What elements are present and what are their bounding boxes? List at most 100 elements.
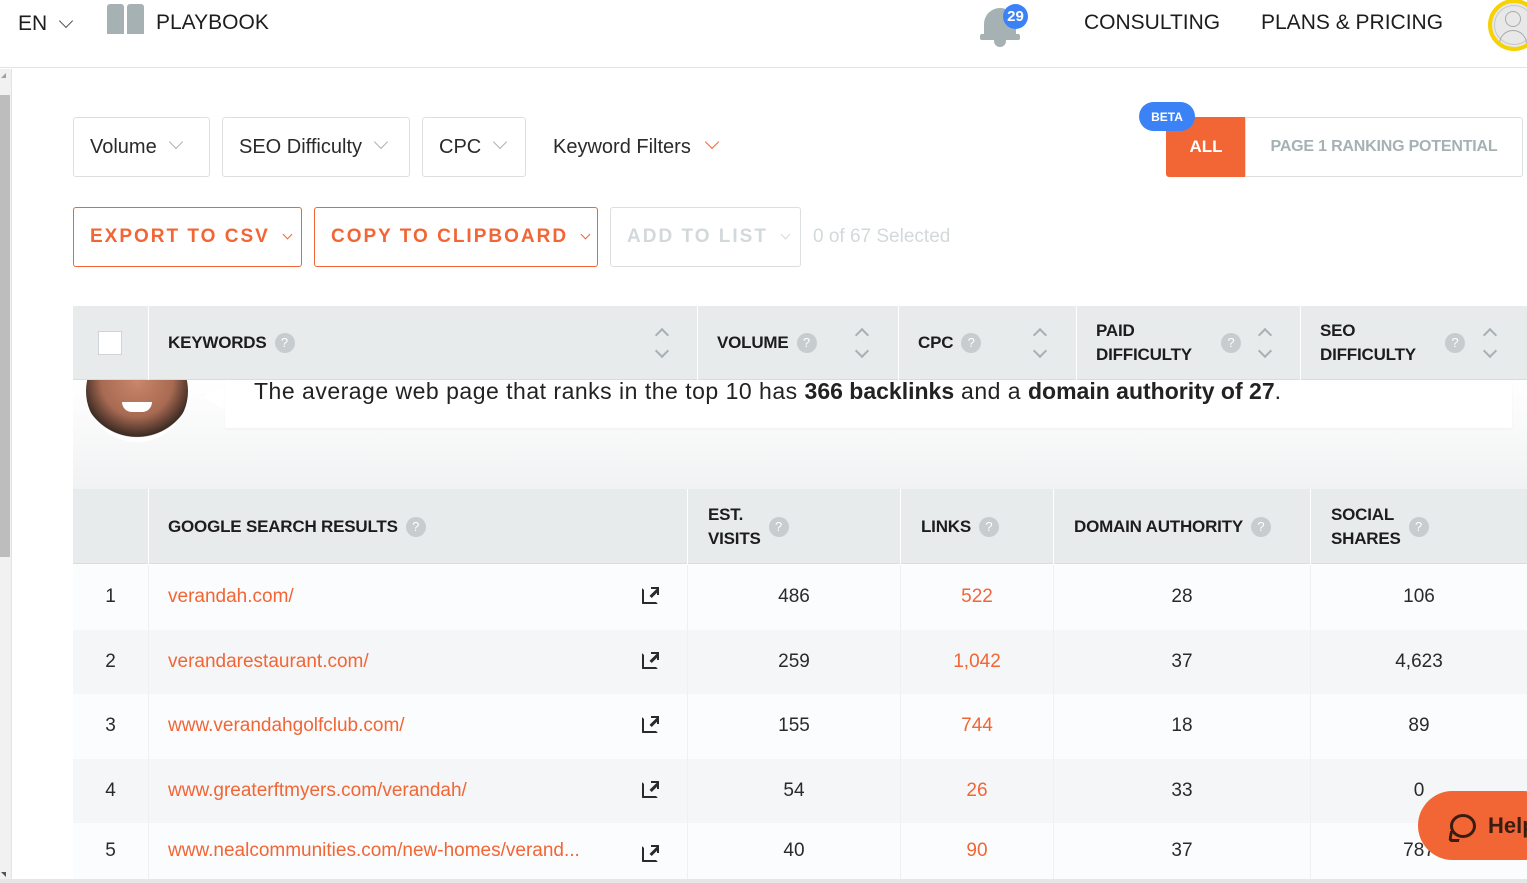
column-keywords[interactable]: KEYWORDS ?	[148, 306, 697, 380]
coach-smile	[122, 402, 152, 412]
keyword-filters-label: Keyword Filters	[553, 135, 691, 158]
help-question-icon[interactable]: ?	[768, 516, 789, 537]
page-scrollbar[interactable]	[0, 69, 12, 883]
links-cell[interactable]: 522	[900, 565, 1053, 630]
column-social-shares-label: SOCIAL SHARES	[1331, 503, 1401, 551]
results-table-header: GOOGLE SEARCH RESULTS ? EST. VISITS ? LI…	[73, 489, 1527, 564]
chevron-down-icon	[168, 134, 183, 150]
scroll-up-arrow-icon[interactable]	[1, 73, 6, 78]
column-links: LINKS ?	[900, 489, 1053, 564]
links-cell[interactable]: 1,042	[900, 629, 1053, 694]
column-seo-difficulty[interactable]: SEO DIFFICULTY ?	[1300, 306, 1527, 380]
chevron-down-icon	[59, 13, 74, 29]
help-question-icon[interactable]: ?	[274, 333, 295, 353]
result-url-link[interactable]: verandarestaurant.com/	[168, 651, 369, 673]
chevron-down-icon	[493, 134, 508, 150]
table-row: 3 www.verandahgolfclub.com/ 155 744 18 8…	[73, 694, 1527, 759]
user-icon	[1505, 11, 1521, 27]
external-link-icon-frame	[642, 781, 658, 798]
add-to-list-label: ADD TO LIST	[627, 226, 768, 247]
add-to-list-button[interactable]: ADD TO LIST	[610, 207, 801, 267]
info-text: The average web page that ranks in the t…	[254, 378, 805, 404]
rank-cell: 2	[105, 650, 116, 672]
chat-bubble-icon	[1450, 813, 1476, 838]
help-question-icon[interactable]: ?	[979, 516, 1000, 537]
result-url-link[interactable]: www.verandahgolfclub.com/	[168, 715, 405, 737]
sort-icon[interactable]	[855, 326, 869, 360]
column-paid-difficulty[interactable]: PAID DIFFICULTY ?	[1076, 306, 1300, 380]
links-cell[interactable]: 90	[900, 823, 1053, 879]
result-url-link[interactable]: www.greaterftmyers.com/verandah/	[168, 780, 467, 802]
url-cell: verandarestaurant.com/	[148, 629, 687, 694]
help-question-icon[interactable]: ?	[1221, 333, 1241, 353]
column-volume[interactable]: VOLUME ?	[697, 306, 898, 380]
column-domain-authority: DOMAIN AUTHORITY ?	[1053, 489, 1310, 564]
column-volume-label: VOLUME	[717, 333, 789, 352]
external-link-icon-frame	[642, 717, 658, 733]
sort-icon[interactable]	[1258, 326, 1272, 360]
user-avatar[interactable]	[1488, 0, 1527, 51]
cpc-filter-label: CPC	[439, 135, 482, 158]
column-cpc[interactable]: CPC ?	[898, 306, 1076, 380]
chevron-down-icon	[704, 134, 719, 150]
playbook-label: PLAYBOOK	[156, 11, 269, 34]
visits-cell: 259	[687, 629, 900, 694]
toggle-page1-ranking-button[interactable]: PAGE 1 RANKING POTENTIAL	[1245, 117, 1523, 177]
rank-cell: 5	[105, 840, 116, 861]
help-question-icon[interactable]: ?	[405, 516, 426, 537]
external-link-icon-frame	[642, 588, 658, 604]
playbook-link[interactable]: PLAYBOOK	[107, 4, 269, 36]
column-paid-difficulty-label: PAID DIFFICULTY	[1096, 321, 1192, 364]
external-link-icon-frame	[642, 652, 658, 669]
select-all-column	[73, 306, 148, 380]
help-question-icon[interactable]: ?	[961, 333, 982, 353]
column-est-visits-line1: EST.	[708, 504, 744, 524]
domain-authority-cell: 18	[1053, 694, 1310, 759]
domain-authority-cell: 28	[1053, 565, 1310, 630]
column-est-visits-label: EST. VISITS	[708, 503, 761, 551]
cpc-filter-dropdown[interactable]: CPC	[422, 117, 526, 177]
column-est-visits: EST. VISITS ?	[687, 489, 900, 564]
sort-icon[interactable]	[1483, 326, 1497, 360]
keyword-filters-dropdown[interactable]: Keyword Filters	[553, 117, 719, 177]
bell-clapper	[994, 40, 1006, 47]
result-url-link[interactable]: www.nealcommunities.com/new-homes/verand…	[168, 840, 580, 862]
links-cell[interactable]: 26	[900, 758, 1053, 823]
column-rank	[73, 489, 148, 564]
info-domain-authority-value: domain authority of 27	[1027, 378, 1275, 404]
help-question-icon[interactable]: ?	[1251, 516, 1271, 537]
notifications-button[interactable]: 29	[980, 4, 1028, 48]
nav-consulting[interactable]: CONSULTING	[1084, 11, 1220, 35]
select-all-checkbox[interactable]	[98, 331, 122, 355]
links-cell[interactable]: 744	[900, 694, 1053, 759]
social-shares-cell: 106	[1310, 565, 1527, 630]
volume-filter-label: Volume	[90, 135, 157, 158]
export-csv-label: EXPORT TO CSV	[90, 226, 270, 247]
visits-cell: 54	[687, 758, 900, 823]
external-link-icon-frame	[642, 846, 658, 862]
beta-badge: BETA	[1139, 102, 1195, 131]
volume-filter-dropdown[interactable]: Volume	[73, 117, 210, 177]
column-cpc-label: CPC	[918, 333, 954, 352]
copy-clipboard-button[interactable]: COPY TO CLIPBOARD	[314, 207, 598, 267]
top-navigation: EN PLAYBOOK 29 CONSULTING PLANS & PRICIN…	[0, 0, 1527, 68]
help-question-icon[interactable]: ?	[796, 333, 817, 353]
result-url-link[interactable]: verandah.com/	[168, 586, 294, 608]
help-question-icon[interactable]: ?	[1445, 333, 1465, 353]
nav-plans-pricing[interactable]: PLANS & PRICING	[1261, 11, 1443, 35]
language-selector[interactable]: EN	[18, 12, 74, 36]
scroll-down-arrow-icon[interactable]	[1, 872, 6, 877]
export-csv-button[interactable]: EXPORT TO CSV	[73, 207, 302, 267]
sort-icon[interactable]	[1033, 326, 1047, 360]
keyword-table-header: KEYWORDS ? VOLUME ? CPC ? PAID DIFFICULT…	[73, 306, 1527, 380]
url-cell: www.greaterftmyers.com/verandah/	[148, 758, 687, 823]
help-chat-button[interactable]: Help	[1418, 791, 1527, 860]
sort-icon[interactable]	[655, 326, 669, 360]
column-social-shares: SOCIAL SHARES ?	[1310, 489, 1527, 564]
scrollbar-thumb[interactable]	[0, 95, 10, 557]
seo-difficulty-filter-dropdown[interactable]: SEO Difficulty	[222, 117, 410, 177]
help-question-icon[interactable]: ?	[1408, 516, 1429, 537]
social-shares-cell: 4,623	[1310, 629, 1527, 694]
info-backlinks-value: 366 backlinks	[804, 378, 955, 404]
language-label: EN	[18, 12, 48, 35]
